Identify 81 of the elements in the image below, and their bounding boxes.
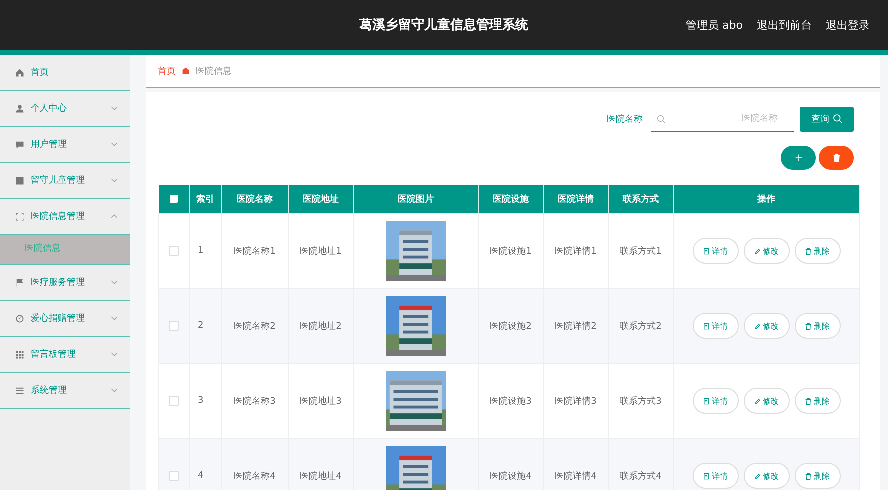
- chat-icon: [15, 140, 25, 150]
- plus-icon: [794, 154, 802, 162]
- document-icon: [703, 472, 710, 480]
- table-cell: 医院设施2: [478, 288, 544, 364]
- table-cell: 医院地址4: [288, 438, 354, 490]
- search-field[interactable]: 医院名称: [651, 106, 794, 132]
- table-cell: 联系方式4: [608, 438, 674, 490]
- details-button[interactable]: 详情: [692, 313, 738, 339]
- menu-item[interactable]: 爱心捐赠管理: [0, 301, 130, 337]
- details-button[interactable]: 详情: [692, 388, 738, 414]
- column-header: 医院地址: [288, 185, 354, 214]
- delete-button[interactable]: [819, 146, 854, 170]
- table-cell: 医院名称2: [222, 288, 288, 364]
- edit-button[interactable]: 修改: [744, 238, 790, 264]
- column-header: 医院详情: [544, 185, 608, 214]
- trash-icon: [805, 248, 812, 254]
- breadcrumb-link[interactable]: 首页: [158, 64, 176, 78]
- delete-row-button[interactable]: 删除: [794, 238, 840, 264]
- column-header: 医院设施: [478, 185, 544, 214]
- user-name: 管理员 abo: [686, 18, 743, 32]
- details-button[interactable]: 详情: [692, 238, 738, 264]
- column-header: 操作: [674, 185, 860, 214]
- column-header: 联系方式: [608, 185, 674, 214]
- row-checkbox[interactable]: [169, 470, 179, 481]
- breadcrumb-link[interactable]: 医院信息: [196, 64, 232, 78]
- details-button[interactable]: 详情: [692, 463, 738, 489]
- table-cell: 医院地址2: [288, 288, 354, 364]
- edit-button[interactable]: 修改: [744, 313, 790, 339]
- column-header: 医院名称: [222, 185, 288, 214]
- search-icon: [832, 114, 842, 124]
- pencil-icon: [754, 248, 761, 254]
- document-icon: [703, 322, 710, 330]
- search-label: 医院名称: [607, 114, 643, 126]
- search-icon: [657, 115, 666, 124]
- table-cell: 2: [190, 288, 222, 364]
- table-cell: 4: [190, 438, 222, 490]
- trash-icon: [805, 398, 812, 404]
- header-link[interactable]: 退出登录: [826, 18, 870, 32]
- menu-item[interactable]: 首页: [0, 55, 130, 91]
- header-link[interactable]: 退出到前台: [757, 18, 812, 32]
- menu-item[interactable]: 系统管理: [0, 373, 130, 409]
- user-icon: [15, 104, 25, 114]
- pencil-icon: [754, 398, 761, 404]
- delete-row-button[interactable]: 删除: [794, 313, 840, 339]
- delete-row-button[interactable]: 删除: [794, 388, 840, 414]
- delete-row-button[interactable]: 删除: [794, 463, 840, 489]
- list-icon: [15, 386, 25, 396]
- frame-icon: [15, 212, 25, 222]
- table-cell: 医院名称4: [222, 438, 288, 490]
- edit-button[interactable]: 修改: [744, 463, 790, 489]
- compass-icon: [15, 314, 25, 324]
- flag-icon: [15, 278, 25, 288]
- table-cell: 联系方式2: [608, 288, 674, 364]
- trash-icon: [832, 154, 840, 162]
- grid-icon: [15, 350, 25, 360]
- menu-item[interactable]: 留守儿童管理: [0, 163, 130, 199]
- app-title: 葛溪乡留守儿童信息管理系统: [360, 16, 528, 34]
- pencil-icon: [754, 472, 761, 480]
- edit-button[interactable]: 修改: [744, 388, 790, 414]
- table-cell: 医院详情2: [544, 288, 608, 364]
- row-checkbox[interactable]: [169, 246, 179, 256]
- menu-item[interactable]: 医疗服务管理: [0, 265, 130, 301]
- document-icon: [703, 398, 710, 404]
- table-cell: 医院设施4: [478, 438, 544, 490]
- column-header: 医院图片: [354, 185, 478, 214]
- column-header: 索引: [190, 185, 222, 214]
- menu-item[interactable]: 个人中心: [0, 91, 130, 127]
- table-cell: 医院详情4: [544, 438, 608, 490]
- menu-item[interactable]: 留言板管理: [0, 337, 130, 373]
- select-all-checkbox[interactable]: [170, 194, 178, 203]
- search-button[interactable]: 查询: [800, 106, 854, 132]
- trash-icon: [805, 472, 812, 480]
- home-icon: [15, 68, 25, 78]
- menu-item[interactable]: 用户管理: [0, 127, 130, 163]
- pencil-icon: [754, 322, 761, 330]
- separator-icon: [182, 67, 190, 75]
- add-button[interactable]: [781, 146, 816, 170]
- trash-icon: [805, 322, 812, 330]
- row-checkbox[interactable]: [169, 396, 179, 406]
- document-icon: [703, 248, 710, 254]
- row-checkbox[interactable]: [169, 320, 179, 331]
